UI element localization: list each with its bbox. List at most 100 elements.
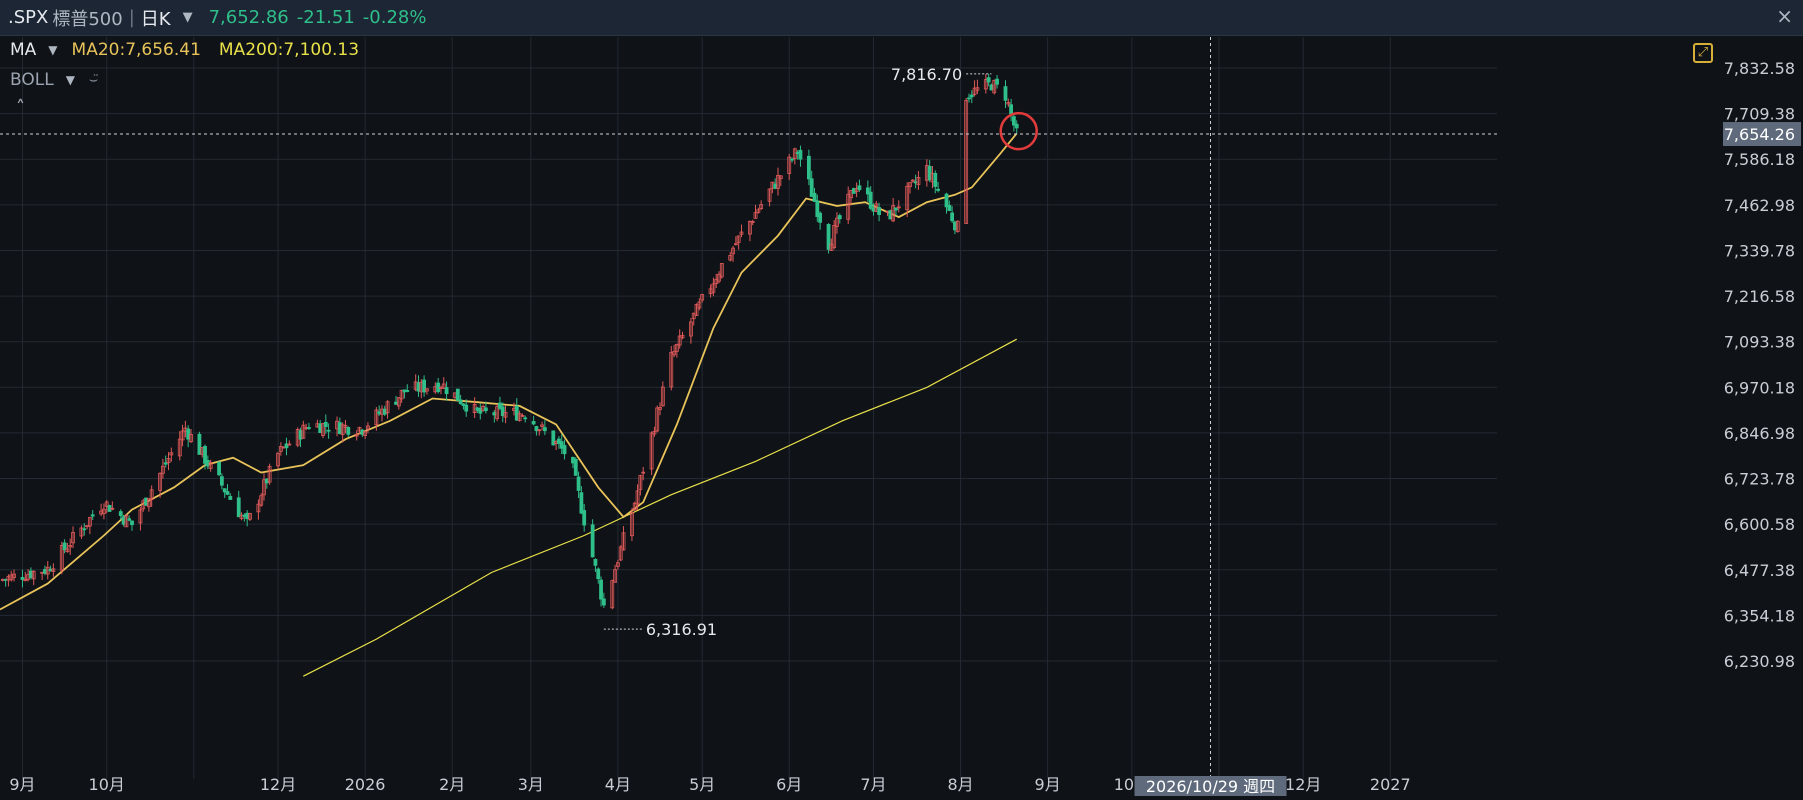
candle-body: [307, 427, 311, 429]
y-tick-label: 7,216.58: [1724, 287, 1795, 306]
x-tick-label: 9月: [9, 775, 35, 794]
candle-body: [82, 528, 87, 531]
candle-body: [90, 514, 95, 517]
timeframe-label[interactable]: 日K: [141, 5, 171, 31]
x-tick-label: 10月: [89, 775, 125, 794]
candle-body: [20, 577, 25, 580]
candle-body: [217, 461, 221, 476]
ma200-value: MA200:7,100.13: [218, 40, 360, 60]
x-tick-label: 5月: [689, 775, 715, 794]
x-tick-label: 12月: [1285, 775, 1321, 794]
candle-body: [1014, 123, 1019, 129]
y-tick-label: 7,339.78: [1724, 241, 1795, 260]
candle-body: [868, 191, 873, 209]
price-chart[interactable]: 7,816.70 6,316.91 7,832.58 7,709.38 7,586.1…: [0, 37, 1803, 796]
candle-body: [576, 476, 581, 491]
candle-body: [936, 188, 940, 191]
caret-down-icon[interactable]: ▼: [66, 73, 75, 87]
candle-body: [995, 78, 999, 85]
candle-body: [798, 149, 803, 160]
x-tick-label: 6月: [776, 775, 802, 794]
candle-body: [130, 520, 134, 526]
y-axis: 7,832.58 7,709.38 7,586.18 7,462.98 7,339.78…: [1723, 59, 1801, 671]
candle-body: [877, 207, 882, 215]
candle-body: [228, 496, 233, 500]
candle-body: [458, 399, 463, 405]
crosshair-date-label: 2026/10/29 週四: [1146, 777, 1275, 796]
quote-group: 7,652.86 -21.51 -0.28%: [209, 7, 435, 28]
candle-body: [455, 388, 460, 401]
candle-body: [346, 427, 351, 435]
candle-body: [986, 77, 991, 83]
eye-closed-icon[interactable]: ⌣̈: [89, 72, 98, 88]
candle-body: [444, 387, 449, 395]
y-tick-label: 7,462.98: [1724, 196, 1795, 215]
candle-body: [599, 579, 603, 600]
last-price: 7,652.86: [208, 7, 289, 28]
candle-body: [601, 598, 606, 606]
candle-body: [531, 421, 536, 425]
x-tick-label: 3月: [518, 775, 544, 794]
candle-body: [857, 185, 862, 191]
price-change-pct: -0.28%: [362, 7, 427, 28]
candle-body: [590, 524, 595, 558]
x-tick-label: 2月: [439, 775, 465, 794]
candle-body: [225, 491, 230, 495]
close-icon[interactable]: ×: [1776, 4, 1793, 28]
y-tick-label: 6,230.98: [1724, 652, 1795, 671]
candle-body: [818, 212, 823, 223]
price-marker-circle: [999, 111, 1038, 151]
header-separator: |: [128, 7, 135, 28]
candle-body: [127, 518, 132, 521]
candle-body: [806, 155, 811, 180]
y-tick-label: 7,709.38: [1724, 105, 1795, 124]
candle-body: [1009, 104, 1014, 115]
chevron-up-icon[interactable]: ˄: [16, 97, 25, 118]
current-price-label: 7,654.26: [1724, 125, 1795, 144]
low-label: 6,316.91: [646, 620, 717, 639]
candle-body: [837, 215, 842, 220]
instrument-name: 標普500: [52, 8, 123, 30]
candle-body: [219, 476, 224, 486]
expand-icon[interactable]: ⤢: [1693, 43, 1713, 63]
price-change: -21.51: [296, 7, 355, 28]
candle-body: [596, 568, 601, 580]
x-tick-label: 2026: [345, 775, 386, 794]
candle-body: [579, 492, 584, 514]
chart-area[interactable]: 7,816.70 6,316.91 7,832.58 7,709.38 7,586.1…: [0, 37, 1803, 796]
candle-body: [812, 192, 817, 202]
y-tick-label: 6,723.78: [1724, 470, 1795, 489]
x-tick-label: 7月: [860, 775, 886, 794]
x-tick-label: 4月: [605, 775, 631, 794]
y-tick-label: 6,970.18: [1724, 378, 1795, 397]
x-tick-label: 2027: [1370, 775, 1411, 794]
candle-body: [236, 497, 241, 518]
x-tick-label: 12月: [260, 775, 296, 794]
x-tick-label: 8月: [947, 775, 973, 794]
ma20-value: MA20:7,656.41: [71, 40, 201, 60]
x-tick-label: 9月: [1035, 775, 1061, 794]
ma-indicator-row: MA ▼ MA20:7,656.41 MA200:7,100.13: [10, 40, 359, 60]
candle-body: [582, 510, 587, 526]
candle-body: [464, 404, 469, 412]
candle-body: [950, 212, 955, 222]
candle-body: [326, 429, 331, 432]
symbol-label[interactable]: .SPX: [8, 7, 48, 28]
y-tick-label: 6,477.38: [1724, 561, 1795, 580]
caret-down-icon[interactable]: ▼: [183, 10, 193, 25]
y-tick-label: 6,600.58: [1724, 515, 1795, 534]
x-axis: 9月 10月 12月 2026 2月 3月 4月 5月 6月 7月 8月 9月 10月 12月 202720…: [9, 775, 1411, 796]
y-tick-label: 7,832.58: [1724, 59, 1795, 78]
candle-body: [562, 445, 567, 455]
boll-label[interactable]: BOLL: [10, 70, 54, 90]
candle-body: [969, 94, 974, 98]
candle-body: [323, 421, 328, 427]
candle-body: [542, 427, 547, 432]
caret-down-icon[interactable]: ▼: [48, 43, 57, 57]
y-tick-label: 6,354.18: [1724, 606, 1795, 625]
candle-body: [967, 97, 971, 100]
candle-body: [483, 407, 488, 412]
ma-label[interactable]: MA: [10, 40, 36, 60]
y-tick-label: 7,093.38: [1724, 333, 1795, 352]
candle-body: [790, 158, 794, 161]
